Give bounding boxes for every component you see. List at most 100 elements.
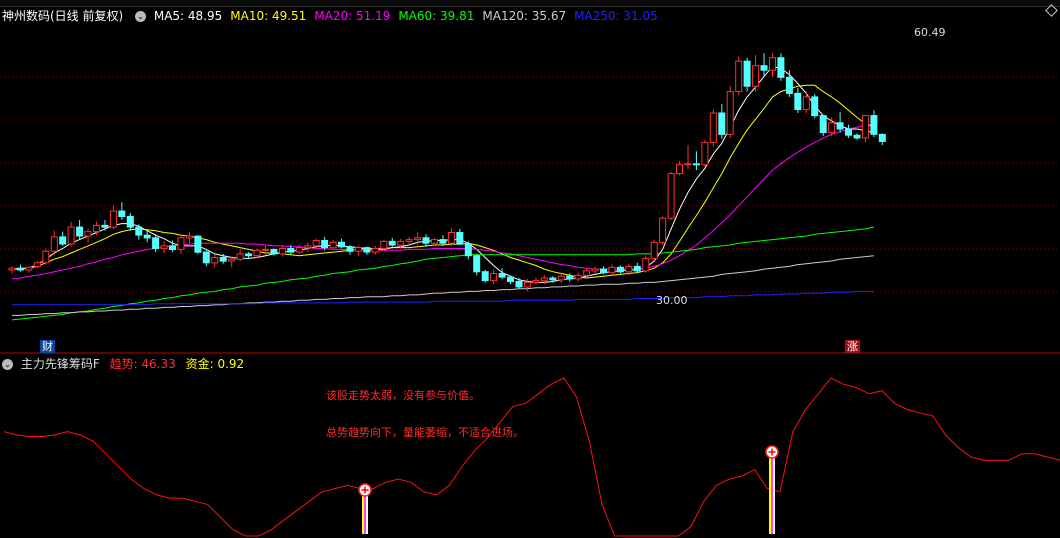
candle-body <box>245 253 253 257</box>
candle-body <box>363 247 371 253</box>
candle-body <box>532 280 540 283</box>
candle-body <box>59 236 67 245</box>
candle-body <box>118 210 126 218</box>
candle-body <box>202 251 210 264</box>
signal-bar-yellow <box>769 458 771 534</box>
candle-body <box>540 277 548 282</box>
candle-body <box>397 240 405 246</box>
candle-body <box>321 240 329 249</box>
candle-body <box>295 247 303 253</box>
candle-body <box>861 115 869 139</box>
low-price-label: 30.00 <box>656 294 688 307</box>
fund-value: 资金: 0.92 <box>185 357 245 371</box>
candle-body <box>194 235 202 253</box>
candle-body <box>760 65 768 71</box>
candle-body <box>878 133 886 142</box>
candle-body <box>211 257 219 264</box>
candle-body <box>566 275 574 280</box>
stock-title: 神州数码(日线 前复权) <box>2 9 124 23</box>
candle-body <box>701 141 709 166</box>
signal-bar-white <box>773 458 775 534</box>
limit-up-tag[interactable]: 涨 <box>845 340 860 353</box>
candle-body <box>870 115 878 135</box>
candle-body <box>769 57 776 71</box>
candle-body <box>219 257 227 262</box>
candle-body <box>583 270 591 276</box>
candle-body <box>726 91 734 135</box>
candle-body <box>709 112 717 143</box>
candle-body <box>422 237 430 244</box>
candle-body <box>346 246 354 252</box>
candle-body <box>405 239 413 242</box>
signal-bar-yellow <box>362 496 364 534</box>
candle-body <box>304 245 312 249</box>
candle-body <box>8 267 16 271</box>
candle-body <box>262 248 269 251</box>
candle-body <box>464 243 472 257</box>
candle-body <box>549 277 557 281</box>
candle-body <box>101 224 109 228</box>
candle-body <box>185 235 193 239</box>
candle-body <box>625 265 633 273</box>
candle-body <box>743 60 751 87</box>
signal-bar-magenta <box>364 496 366 534</box>
ma-legend: MA5: 48.95 MA10: 49.51 MA20: 51.19 MA60: 39… <box>154 9 666 23</box>
indicator-header: ⌄ 主力先锋筹码F 趋势: 46.33 资金: 0.92 <box>2 356 244 372</box>
finance-tag[interactable]: 财 <box>40 340 55 353</box>
high-price-label: 60.49 <box>914 26 946 39</box>
ma-line-ma5 <box>11 66 875 283</box>
candle-body <box>431 239 438 244</box>
candle-body <box>676 164 683 175</box>
candle-body <box>684 163 692 166</box>
indicator-circle-icon[interactable]: ⌄ <box>2 359 13 370</box>
candle-body <box>380 240 388 249</box>
candle-body <box>160 245 168 250</box>
candle-body <box>439 239 447 244</box>
candle-body <box>777 57 785 78</box>
candle-body <box>718 112 726 135</box>
candle-body <box>50 236 58 252</box>
candle-body <box>853 134 861 139</box>
candle-body <box>473 255 481 273</box>
trend-line <box>3 377 1060 537</box>
candle-body <box>447 232 455 244</box>
candle-body <box>523 281 531 288</box>
ma-legend-item: MA10: 49.51 <box>230 9 307 23</box>
candle-body <box>557 275 565 281</box>
candle-body <box>278 248 286 255</box>
candle-body <box>642 257 650 272</box>
ma-legend-item: MA5: 48.95 <box>153 9 223 23</box>
candle-body <box>338 241 345 248</box>
candle-body <box>84 231 92 237</box>
candle-body <box>228 258 236 262</box>
candle-body <box>819 115 827 133</box>
signal-message-1: 该股走势太弱，没有参与价值。 <box>326 389 480 402</box>
candle-body <box>591 268 599 272</box>
candle-body <box>616 266 624 273</box>
indicator-name: 主力先锋筹码F <box>20 357 100 371</box>
candle-body <box>177 237 185 250</box>
candle-body <box>735 60 743 92</box>
candle-body <box>143 234 151 239</box>
candle-body <box>802 96 810 110</box>
settings-circle-icon[interactable]: ⌄ <box>135 11 147 22</box>
candle-body <box>650 241 658 259</box>
candle-body <box>109 210 117 228</box>
signal-message-2: 总势趋势向下，量能萎缩，不适合进场。 <box>326 426 524 439</box>
candle-body <box>253 249 261 257</box>
ma-line-ma120 <box>12 255 874 316</box>
candle-body <box>329 241 337 249</box>
candle-body <box>93 224 100 233</box>
trend-value: 趋势: 46.33 <box>109 357 176 371</box>
candle-body <box>845 128 852 136</box>
candle-body <box>67 226 75 245</box>
candle-body <box>33 262 41 267</box>
chart-canvas <box>0 53 1060 537</box>
candle-body <box>135 226 143 236</box>
candle-body <box>126 215 134 228</box>
candle-body <box>388 240 396 246</box>
candle-body <box>498 273 506 278</box>
candle-body <box>236 253 244 260</box>
candle-body <box>481 271 489 282</box>
candle-body <box>152 237 160 250</box>
